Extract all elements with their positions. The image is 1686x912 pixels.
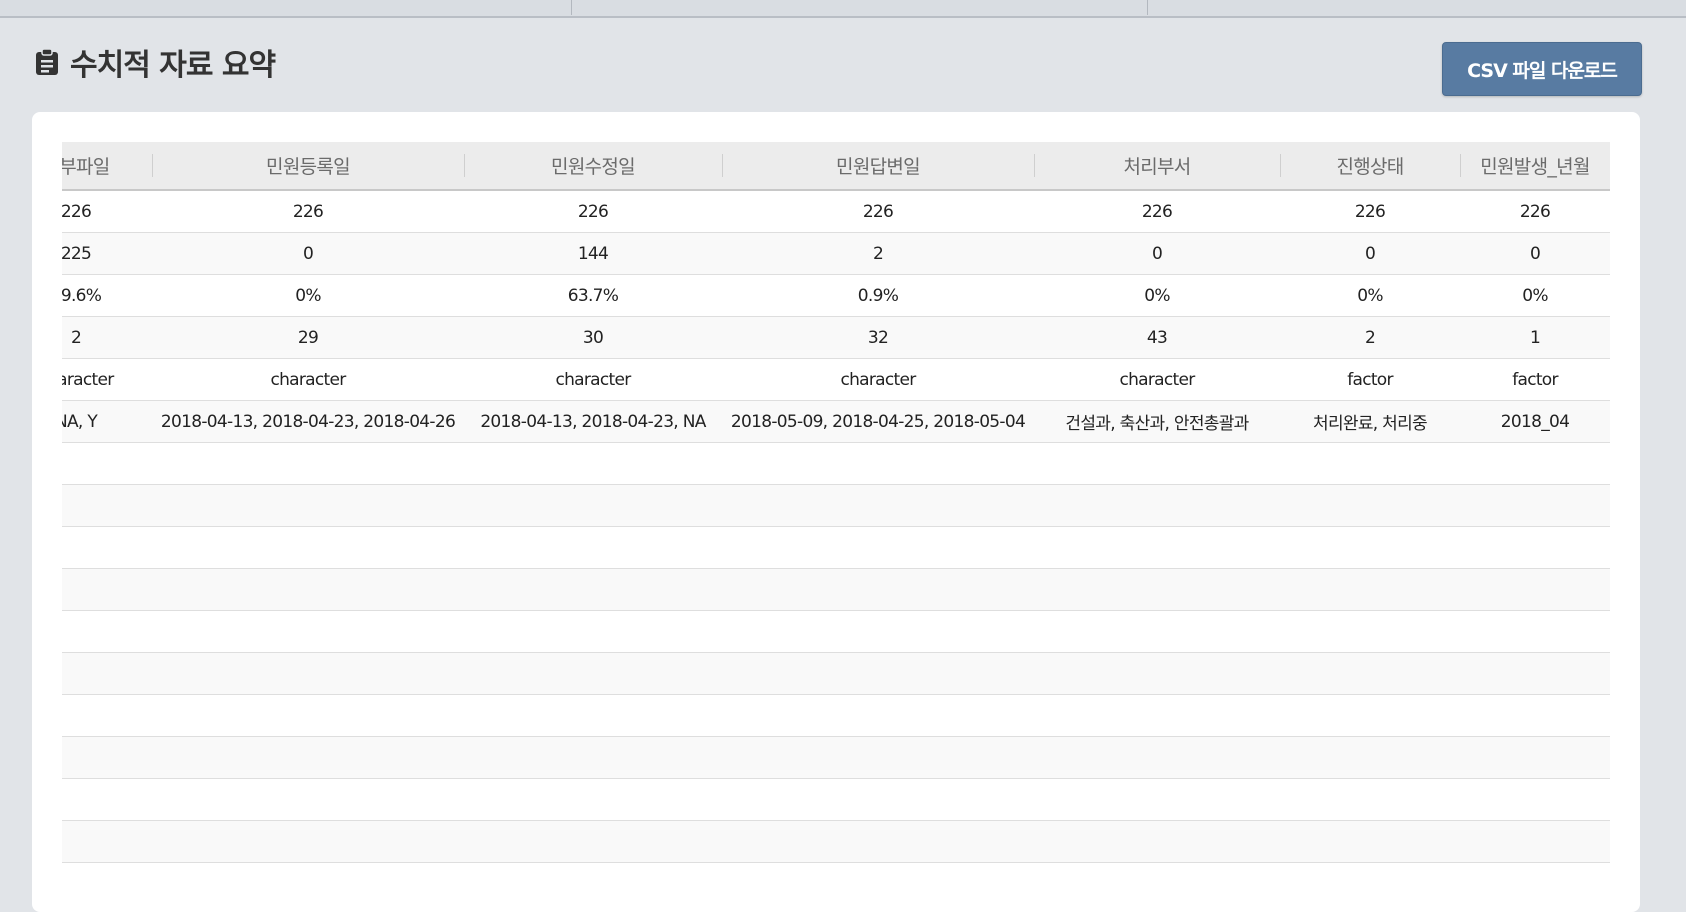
column-header[interactable]: 진행상태 xyxy=(1280,142,1460,191)
csv-download-button[interactable]: CSV 파일 다운로드 xyxy=(1442,42,1642,96)
table-row: 2 29 30 32 43 2 1 xyxy=(62,316,1610,359)
table-cell: 1 xyxy=(1460,316,1610,359)
summary-table: 첨부파일 민원등록일 민원수정일 민원답변일 처리부서 진행상태 민원발생_년월… xyxy=(62,142,1610,863)
empty-row xyxy=(62,442,1610,485)
table-cell: factor xyxy=(1280,358,1460,401)
page-title: 수치적 자료 요약 xyxy=(70,48,276,83)
table-row: 99.6% 0% 63.7% 0.9% 0% 0% 0% xyxy=(62,274,1610,317)
empty-row xyxy=(62,526,1610,569)
empty-row xyxy=(62,568,1610,611)
empty-row xyxy=(62,736,1610,779)
empty-row xyxy=(62,610,1610,653)
table-cell: 43 xyxy=(1034,316,1280,359)
column-header[interactable]: 첨부파일 xyxy=(62,142,152,191)
table-cell: 건설과, 축산과, 안전총괄과 xyxy=(1034,400,1280,443)
tab-divider xyxy=(1147,0,1148,15)
table-cell: 32 xyxy=(722,316,1034,359)
empty-row xyxy=(62,484,1610,527)
empty-row xyxy=(62,652,1610,695)
table-cell: 0 xyxy=(1034,232,1280,275)
empty-row xyxy=(62,820,1610,863)
table-cell: 2018_04 xyxy=(1460,400,1610,443)
table-cell: 225 xyxy=(62,232,152,275)
table-row: 226 226 226 226 226 226 226 xyxy=(62,190,1610,233)
table-cell: 0 xyxy=(1280,232,1460,275)
table-cell: 144 xyxy=(464,232,722,275)
summary-panel: 첨부파일 민원등록일 민원수정일 민원답변일 처리부서 진행상태 민원발생_년월… xyxy=(32,112,1640,912)
table-cell: 226 xyxy=(62,190,152,233)
table-cell: character xyxy=(152,358,464,401)
table-cell: 0% xyxy=(1280,274,1460,317)
tab-divider xyxy=(571,0,572,15)
table-cell: 0.9% xyxy=(722,274,1034,317)
table-cell: 226 xyxy=(1034,190,1280,233)
table-cell: 2018-04-13, 2018-04-23, 2018-04-26 xyxy=(152,400,464,443)
top-tab-strip xyxy=(0,0,1686,18)
column-header[interactable]: 민원등록일 xyxy=(152,142,464,191)
table-cell: 2018-05-09, 2018-04-25, 2018-05-04 xyxy=(722,400,1034,443)
table-cell: 0% xyxy=(1034,274,1280,317)
empty-row xyxy=(62,694,1610,737)
table-cell: 2 xyxy=(62,316,152,359)
table-header-row: 첨부파일 민원등록일 민원수정일 민원답변일 처리부서 진행상태 민원발생_년월 xyxy=(62,142,1610,191)
table-cell: 0 xyxy=(1460,232,1610,275)
table-cell: character xyxy=(464,358,722,401)
table-cell: 0% xyxy=(152,274,464,317)
section-header: 수치적 자료 요약 xyxy=(34,42,276,83)
column-header[interactable]: 처리부서 xyxy=(1034,142,1280,191)
column-header[interactable]: 민원발생_년월 xyxy=(1460,142,1610,191)
table-row: NA, Y 2018-04-13, 2018-04-23, 2018-04-26… xyxy=(62,400,1610,443)
table-cell: 처리완료, 처리중 xyxy=(1280,400,1460,443)
table-cell: 226 xyxy=(464,190,722,233)
table-cell: 2 xyxy=(722,232,1034,275)
table-cell: 63.7% xyxy=(464,274,722,317)
column-header[interactable]: 민원수정일 xyxy=(464,142,722,191)
empty-row xyxy=(62,778,1610,821)
table-cell: character xyxy=(1034,358,1280,401)
table-cell: 2018-04-13, 2018-04-23, NA xyxy=(464,400,722,443)
table-cell: 99.6% xyxy=(62,274,152,317)
table-cell: factor xyxy=(1460,358,1610,401)
table-cell: 226 xyxy=(722,190,1034,233)
table-cell: NA, Y xyxy=(62,400,152,443)
column-header[interactable]: 민원답변일 xyxy=(722,142,1034,191)
table-cell: 29 xyxy=(152,316,464,359)
table-cell: 0% xyxy=(1460,274,1610,317)
table-cell: character xyxy=(722,358,1034,401)
table-cell: 30 xyxy=(464,316,722,359)
table-cell: 226 xyxy=(1460,190,1610,233)
clipboard-icon xyxy=(34,48,60,76)
table-cell: 226 xyxy=(1280,190,1460,233)
table-cell: 226 xyxy=(152,190,464,233)
table-row: character character character character … xyxy=(62,358,1610,401)
table-cell: character xyxy=(62,358,152,401)
table-scroll-area[interactable]: 첨부파일 민원등록일 민원수정일 민원답변일 처리부서 진행상태 민원발생_년월… xyxy=(62,142,1610,912)
table-cell: 2 xyxy=(1280,316,1460,359)
table-cell: 0 xyxy=(152,232,464,275)
table-row: 225 0 144 2 0 0 0 xyxy=(62,232,1610,275)
